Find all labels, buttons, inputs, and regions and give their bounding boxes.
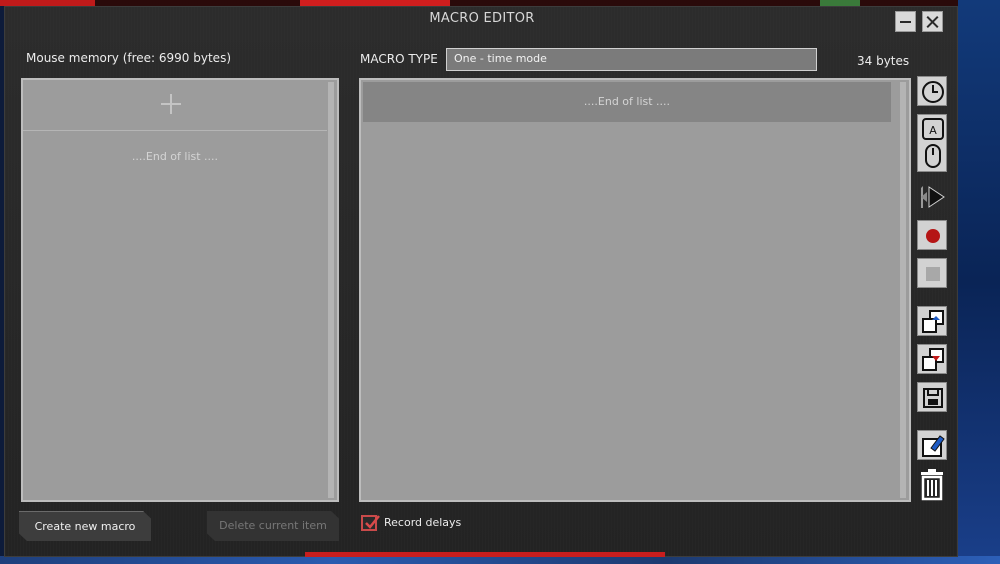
add-macro-row[interactable] bbox=[23, 80, 327, 131]
steps-scrollbar[interactable] bbox=[900, 82, 906, 498]
record-delays-label: Record delays bbox=[384, 516, 462, 529]
create-new-macro-button[interactable]: Create new macro bbox=[19, 511, 151, 541]
steps-list-end-label: ....End of list .... bbox=[583, 95, 671, 108]
delete-current-item-button[interactable]: Delete current item bbox=[207, 511, 339, 541]
stop-icon[interactable] bbox=[917, 258, 947, 288]
macro-list-scrollbar[interactable] bbox=[328, 82, 334, 498]
steps-list-end-row[interactable]: ....End of list .... bbox=[363, 82, 891, 122]
macro-list-end-label: ....End of list .... bbox=[131, 150, 219, 163]
desktop-bottom-strip bbox=[0, 556, 1000, 564]
copy-icon[interactable] bbox=[917, 306, 947, 336]
macro-editor-window: MACRO EDITOR Mouse memory (free: 6990 by… bbox=[4, 6, 958, 557]
macro-type-label: MACRO TYPE bbox=[360, 52, 438, 66]
close-button[interactable] bbox=[922, 11, 943, 32]
save-icon[interactable] bbox=[917, 382, 947, 412]
minimize-button[interactable] bbox=[895, 11, 916, 32]
macro-steps-panel: ....End of list .... bbox=[359, 78, 911, 502]
plus-icon[interactable] bbox=[161, 94, 181, 114]
mouse-memory-label: Mouse memory (free: 6990 bytes) bbox=[26, 51, 231, 65]
window-title: MACRO EDITOR bbox=[429, 11, 535, 26]
macro-size-label: 34 bytes bbox=[857, 54, 910, 68]
record-icon[interactable] bbox=[917, 220, 947, 250]
clock-icon[interactable] bbox=[917, 76, 947, 106]
play-icon[interactable] bbox=[917, 182, 947, 212]
record-delays-checkbox[interactable] bbox=[361, 515, 380, 531]
macro-type-select[interactable]: One - time mode bbox=[446, 48, 817, 71]
paste-icon[interactable] bbox=[917, 344, 947, 374]
macro-list-panel: ....End of list .... bbox=[21, 78, 339, 502]
edit-icon[interactable] bbox=[917, 430, 947, 460]
desktop-background bbox=[958, 0, 1000, 564]
trash-icon[interactable] bbox=[917, 468, 947, 501]
svg-text:A: A bbox=[929, 124, 937, 137]
accent-bar bbox=[305, 552, 665, 557]
keyboard-mouse-icon[interactable]: A bbox=[917, 114, 947, 172]
